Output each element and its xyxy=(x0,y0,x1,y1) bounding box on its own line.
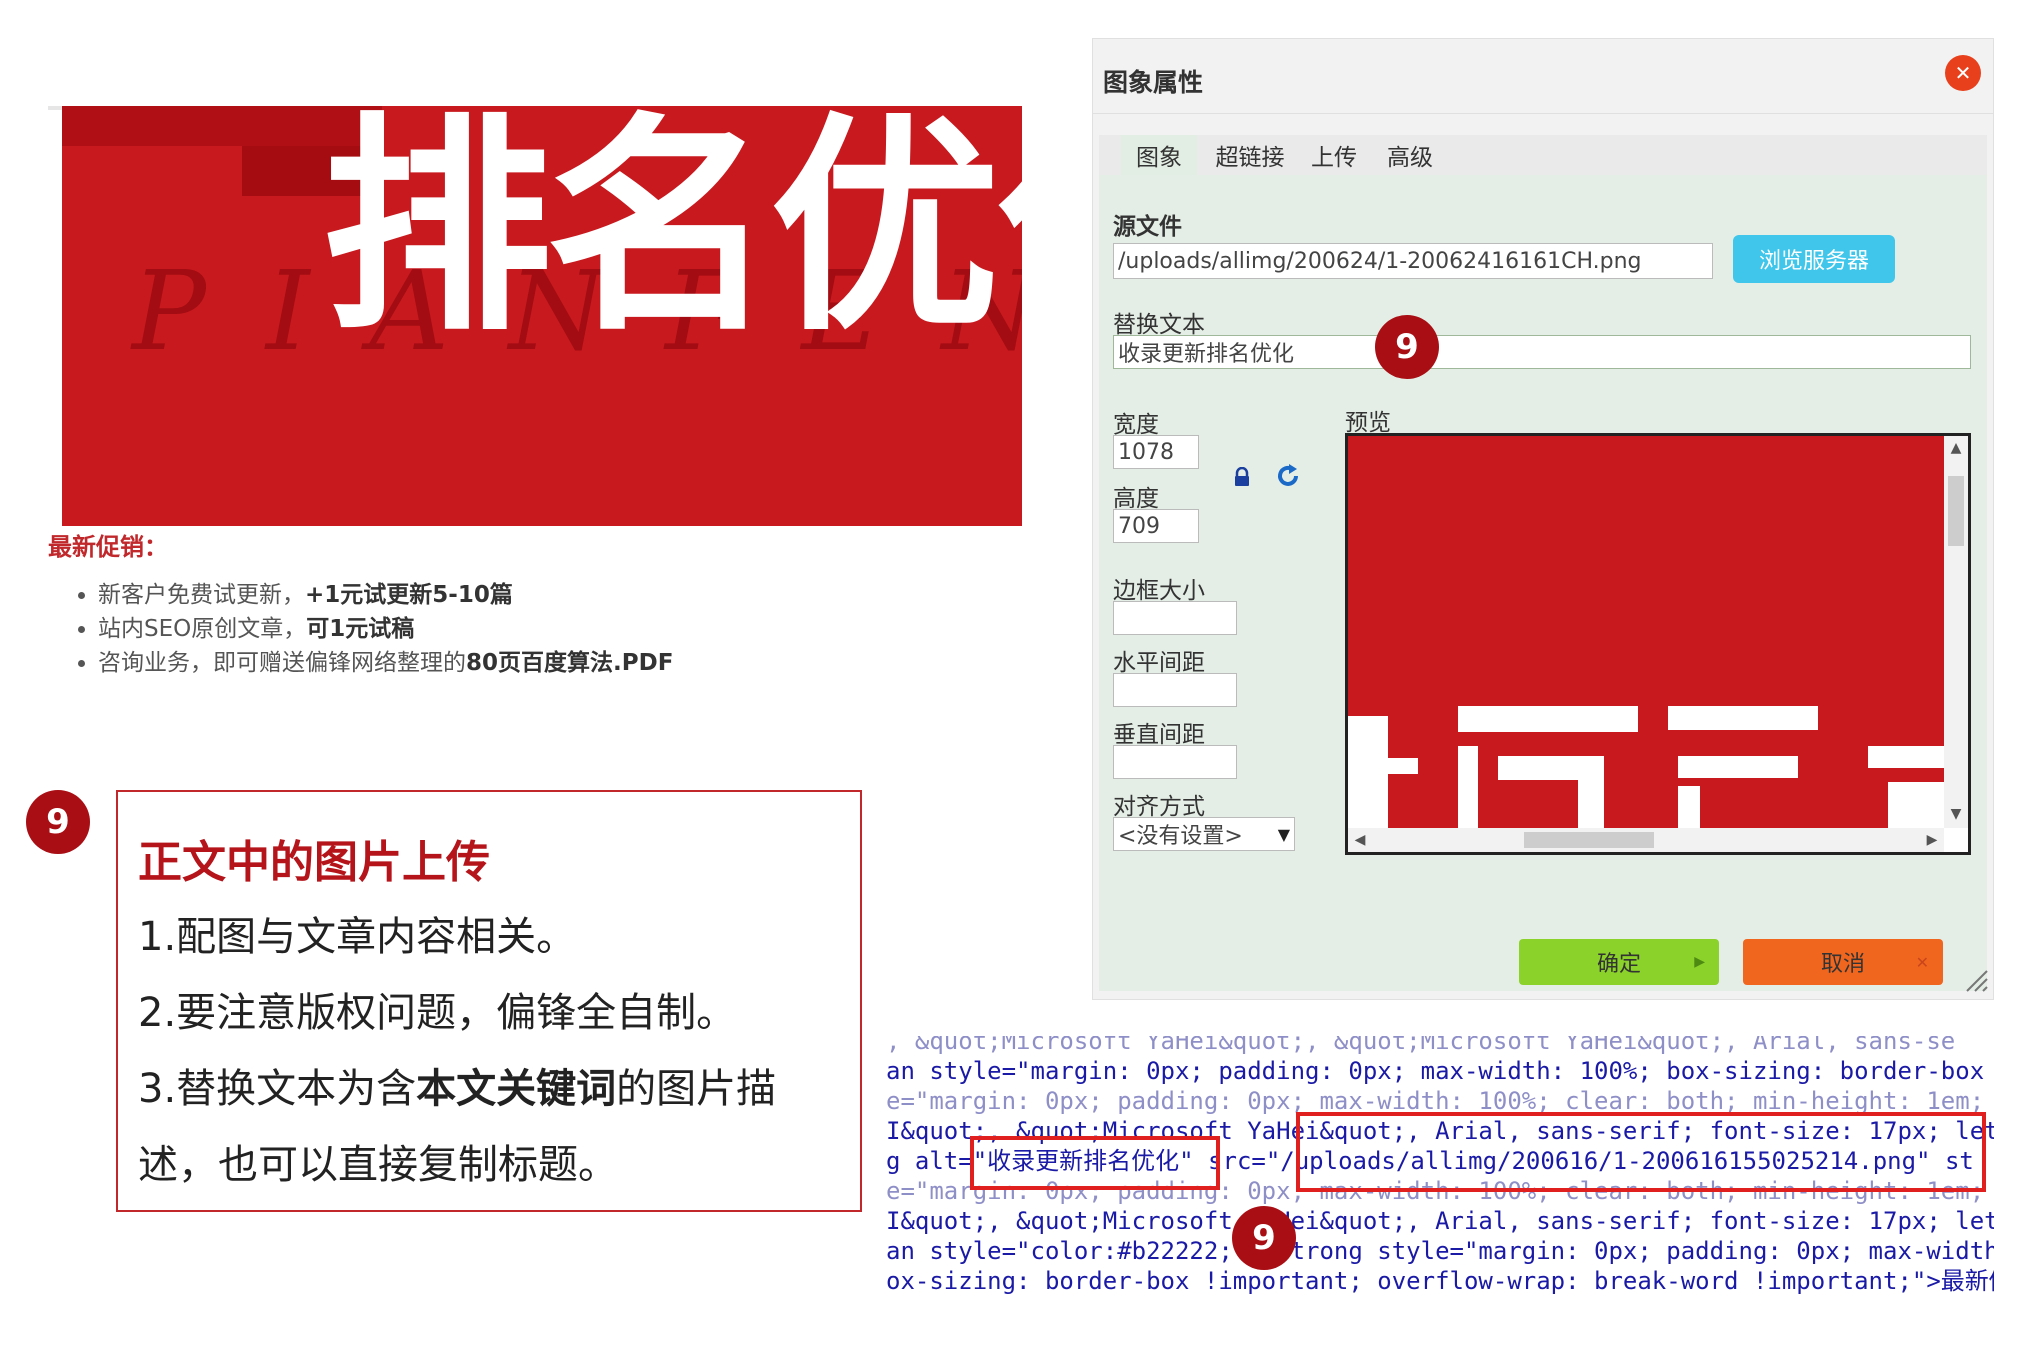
horizontal-scrollbar[interactable]: ◀ ▶ xyxy=(1348,828,1944,852)
scroll-thumb[interactable] xyxy=(1948,476,1964,546)
promo-list: 新客户免费试更新，+1元试更新5-10篇 站内SEO原创文章，可1元试稿 咨询业… xyxy=(70,582,673,684)
step-badge: 9 xyxy=(1232,1206,1296,1270)
ok-label: 确定 xyxy=(1596,952,1641,977)
hspace-label: 水平间距 xyxy=(1113,650,1205,676)
code-line: an style="color:#b22222;"><strong style=… xyxy=(886,1237,1994,1265)
vertical-scrollbar[interactable]: ▲ ▼ xyxy=(1944,436,1968,828)
image-properties-dialog: 图象属性 ✕ 图象 超链接 上传 高级 源文件 /uploads/allimg/… xyxy=(1092,38,1994,1000)
hspace-field[interactable] xyxy=(1113,673,1237,707)
banner-headline: 排名优化 xyxy=(322,106,1022,362)
height-label: 高度 xyxy=(1113,486,1159,512)
step-badge: 9 xyxy=(1375,315,1439,379)
tip-text: 3.替换文本为含 xyxy=(138,1066,417,1112)
browse-server-button[interactable]: 浏览服务器 xyxy=(1733,235,1895,283)
tab-upload[interactable]: 上传 xyxy=(1299,135,1369,175)
scroll-down-icon[interactable]: ▼ xyxy=(1944,802,1968,826)
width-field[interactable]: 1078 xyxy=(1113,435,1199,469)
list-item: 咨询业务，即可赠送偏锋网络整理的80页百度算法.PDF xyxy=(98,650,673,676)
tip-line-4: 述，也可以直接复制标题。 xyxy=(138,1142,618,1188)
source-field[interactable]: /uploads/allimg/200624/1-20062416161CH.p… xyxy=(1113,243,1713,279)
preview-label: 预览 xyxy=(1345,410,1391,436)
promo-item-text: 咨询业务，即可赠送偏锋网络整理的 xyxy=(98,650,466,676)
tip-line-3: 3.替换文本为含本文关键词的图片描 xyxy=(138,1056,776,1114)
vspace-field[interactable] xyxy=(1113,745,1237,779)
article-banner-image: PIANFENG 排名优化 xyxy=(62,106,1022,526)
preview-image xyxy=(1348,436,1944,828)
scroll-thumb[interactable] xyxy=(1524,832,1654,848)
tip-line-1: 1.配图与文章内容相关。 xyxy=(138,914,577,960)
tip-text: 的图片描 xyxy=(616,1066,777,1112)
align-label: 对齐方式 xyxy=(1113,794,1205,820)
promo-item-text: 站内SEO原创文章， xyxy=(98,616,307,642)
tip-title: 正文中的图片上传 xyxy=(138,837,490,888)
height-field[interactable]: 709 xyxy=(1113,509,1199,543)
tip-keyword: 本文关键词 xyxy=(416,1066,617,1112)
code-line: I&quot;, &quot;Microsoft YaHei&quot;, Ar… xyxy=(886,1207,1994,1235)
source-label: 源文件 xyxy=(1113,214,1182,240)
promo-item-bold: 可1元试稿 xyxy=(306,616,415,642)
tab-image[interactable]: 图象 xyxy=(1121,135,1197,175)
lock-icon[interactable] xyxy=(1233,467,1251,487)
source-code-view: , &quot;Microsoft YaHei&quot;, &quot;Mic… xyxy=(886,1036,1994,1336)
src-highlight-box xyxy=(1296,1112,1986,1192)
ok-button[interactable]: 确定 ▶ xyxy=(1519,939,1719,985)
reset-size-icon[interactable] xyxy=(1275,463,1301,489)
list-item: 站内SEO原创文章，可1元试稿 xyxy=(98,616,673,642)
border-size-field[interactable] xyxy=(1113,601,1237,635)
step-badge: 9 xyxy=(26,790,90,854)
play-icon: ▶ xyxy=(1694,954,1705,970)
close-icon: ✕ xyxy=(1915,952,1929,972)
list-item: 新客户免费试更新，+1元试更新5-10篇 xyxy=(98,582,673,608)
cancel-button[interactable]: 取消 ✕ xyxy=(1743,939,1943,985)
promo-title: 最新促销： xyxy=(48,533,168,561)
code-line: , &quot;Microsoft YaHei&quot;, &quot;Mic… xyxy=(886,1036,1956,1055)
code-line: ox-sizing: border-box !important; overfl… xyxy=(886,1267,1994,1295)
scroll-right-icon[interactable]: ▶ xyxy=(1920,828,1944,852)
alt-text-label: 替换文本 xyxy=(1113,312,1205,338)
align-value: <没有设置> xyxy=(1118,824,1243,849)
cancel-label: 取消 xyxy=(1820,952,1865,977)
code-line: an style="margin: 0px; padding: 0px; max… xyxy=(886,1057,1994,1085)
tip-line-2: 2.要注意版权问题，偏锋全自制。 xyxy=(138,990,737,1036)
preview-pane: ▲ ▼ ◀ ▶ xyxy=(1345,433,1971,855)
align-select[interactable]: <没有设置> ▼ xyxy=(1113,817,1295,851)
border-size-label: 边框大小 xyxy=(1113,578,1205,604)
dialog-title: 图象属性 xyxy=(1103,68,1204,97)
tab-hyperlink[interactable]: 超链接 xyxy=(1205,135,1295,175)
tip-box: 正文中的图片上传 1.配图与文章内容相关。 2.要注意版权问题，偏锋全自制。 3… xyxy=(116,790,862,1212)
vspace-label: 垂直间距 xyxy=(1113,722,1205,748)
tab-advanced[interactable]: 高级 xyxy=(1375,135,1445,175)
width-label: 宽度 xyxy=(1113,412,1159,438)
promo-item-bold: 80页百度算法.PDF xyxy=(466,650,674,676)
resize-grip-icon[interactable] xyxy=(1963,967,1989,993)
promo-item-bold: +1元试更新5-10篇 xyxy=(305,582,513,608)
chevron-down-icon: ▼ xyxy=(1277,824,1290,844)
alt-text-field[interactable]: 收录更新排名优化 xyxy=(1113,335,1971,369)
tab-panel: 源文件 /uploads/allimg/200624/1-20062416161… xyxy=(1099,175,1987,991)
scroll-left-icon[interactable]: ◀ xyxy=(1348,828,1372,852)
alt-highlight-box xyxy=(970,1136,1220,1190)
preview-image-glyphs xyxy=(1348,706,1944,828)
close-icon[interactable]: ✕ xyxy=(1945,55,1981,91)
scroll-up-icon[interactable]: ▲ xyxy=(1944,436,1968,460)
promo-item-text: 新客户免费试更新， xyxy=(98,582,305,608)
divider xyxy=(1093,113,1993,114)
